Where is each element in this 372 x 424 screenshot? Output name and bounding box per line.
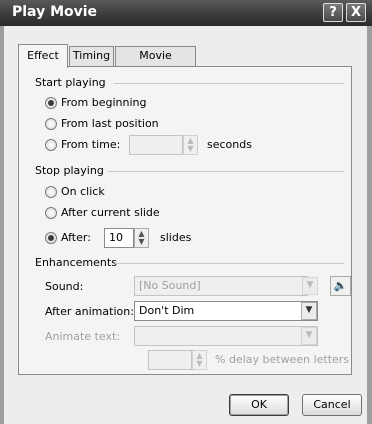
start-playing-heading: Start playing <box>35 76 106 89</box>
sound-volume-button[interactable]: 🔈 <box>330 276 351 296</box>
after-slides-input[interactable]: 10 <box>104 228 134 248</box>
animate-text-dropdown-button[interactable]: ▼ <box>301 327 317 345</box>
from-last-position-label[interactable]: From last position <box>61 117 159 130</box>
chevron-down-icon: ▼ <box>305 330 313 340</box>
after-current-slide-label[interactable]: After current slide <box>61 206 160 219</box>
from-last-position-radio[interactable] <box>45 118 57 130</box>
tab-timing[interactable]: Timing <box>69 46 114 66</box>
help-button[interactable]: ? <box>323 3 343 22</box>
stop-playing-heading: Stop playing <box>35 164 104 177</box>
from-beginning-radio[interactable] <box>45 97 57 109</box>
enhancements-heading: Enhancements <box>35 256 117 269</box>
letter-delay-input[interactable] <box>148 350 192 370</box>
from-time-spinner[interactable]: ▲ ▼ <box>183 135 198 155</box>
after-slides-label[interactable]: After: <box>61 231 91 244</box>
on-click-radio[interactable] <box>45 186 57 198</box>
after-current-slide-radio[interactable] <box>45 207 57 219</box>
letter-delay-spinner[interactable]: ▲ ▼ <box>192 350 207 370</box>
after-animation-select[interactable]: Don't Dim <box>134 301 318 321</box>
after-slides-radio[interactable] <box>45 232 57 244</box>
title-bar: Play Movie ? X <box>0 0 372 26</box>
from-beginning-label[interactable]: From beginning <box>61 96 147 109</box>
animate-text-label: Animate text: <box>45 330 121 343</box>
spin-down-icon: ▼ <box>196 359 203 368</box>
tab-movie-settings[interactable]: Movie Settings <box>115 46 196 80</box>
after-slides-unit: slides <box>160 231 192 244</box>
chevron-down-icon: ▼ <box>306 280 314 290</box>
after-slides-spinner[interactable]: ▲ ▼ <box>134 228 149 248</box>
from-time-label[interactable]: From time: <box>61 138 120 151</box>
tab-effect[interactable]: Effect <box>18 44 68 68</box>
enhancements-divider <box>115 263 344 264</box>
stop-playing-divider <box>108 171 344 172</box>
window-title: Play Movie <box>12 4 98 20</box>
cancel-button[interactable]: Cancel <box>302 394 362 416</box>
speaker-icon: 🔈 <box>333 279 348 292</box>
spin-down-icon: ▼ <box>138 237 145 246</box>
ok-button[interactable]: OK <box>229 394 289 416</box>
animate-text-select[interactable] <box>134 326 318 346</box>
from-time-input[interactable] <box>129 135 183 155</box>
from-time-radio[interactable] <box>45 139 57 151</box>
letter-delay-unit: % delay between letters <box>215 353 350 366</box>
start-playing-divider <box>114 83 344 84</box>
after-animation-dropdown-button[interactable]: ▼ <box>301 302 317 320</box>
from-time-unit: seconds <box>207 138 252 151</box>
chevron-down-icon: ▼ <box>305 305 313 315</box>
after-animation-label: After animation: <box>45 305 134 318</box>
spin-down-icon: ▼ <box>187 144 194 153</box>
on-click-label[interactable]: On click <box>61 185 105 198</box>
close-button[interactable]: X <box>346 3 366 22</box>
sound-dropdown-button[interactable]: ▼ <box>302 277 318 295</box>
sound-label: Sound: <box>45 280 84 293</box>
sound-select[interactable]: [No Sound] <box>134 276 308 296</box>
